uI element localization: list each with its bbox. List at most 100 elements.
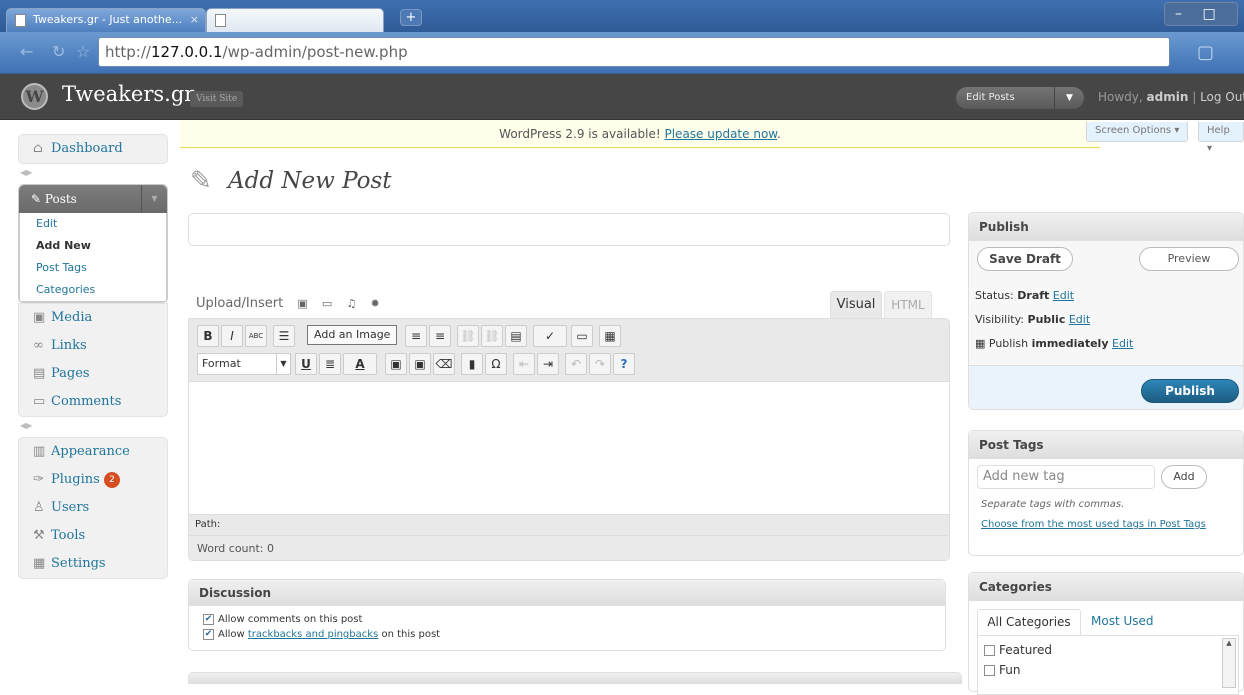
publish-button[interactable]: Publish — [1141, 379, 1239, 403]
submenu-item-post-tags[interactable]: Post Tags — [20, 257, 166, 279]
strikethrough-button[interactable]: ABC — [245, 325, 267, 347]
menu-item-appearance[interactable]: ▥ Appearance — [19, 438, 167, 466]
username-link[interactable]: admin — [1147, 90, 1189, 104]
allow-pings-checkbox[interactable]: ✔ — [203, 628, 214, 640]
visit-site-button[interactable]: Visit Site — [190, 91, 244, 107]
notice-suffix: . — [777, 127, 781, 141]
add-image-icon[interactable]: ▣ — [297, 297, 307, 310]
next-metabox-header[interactable] — [188, 672, 962, 684]
menu-item-media[interactable]: ▣ Media — [19, 304, 167, 332]
window-controls[interactable]: – □ — [1164, 2, 1238, 26]
edit-schedule-link[interactable]: Edit — [1112, 337, 1133, 350]
screen-options-button[interactable]: Screen Options ▾ — [1086, 122, 1189, 142]
tab-html[interactable]: HTML — [884, 291, 932, 319]
page-menu-icon[interactable]: ▢ — [1197, 42, 1214, 63]
menu-item-posts[interactable]: ✎ Posts ▼ — [19, 185, 167, 213]
comments-icon: ▭ — [33, 394, 46, 409]
underline-button[interactable]: U — [295, 353, 317, 375]
format-select[interactable]: Format ▼ — [197, 353, 291, 375]
align-center-button[interactable]: ≡ — [405, 325, 427, 347]
menu-separator[interactable]: ◀▶ — [18, 164, 168, 184]
paste-text-button[interactable]: ▣ — [385, 353, 407, 375]
scrollbar[interactable]: ▲ — [1222, 638, 1236, 688]
screen-options-label: Screen Options — [1095, 125, 1172, 136]
most-used-tags-link[interactable]: Choose from the most used tags in Post T… — [981, 519, 1206, 530]
category-checkbox[interactable] — [984, 645, 995, 656]
fullscreen-button[interactable]: ▭ — [571, 325, 593, 347]
add-media-icon[interactable]: ✹ — [370, 297, 379, 310]
edit-visibility-link[interactable]: Edit — [1069, 313, 1090, 326]
spellcheck-button[interactable]: ✓ — [533, 325, 567, 347]
undo-button[interactable]: ↶ — [565, 353, 587, 375]
category-checkbox[interactable] — [984, 665, 995, 676]
add-audio-icon[interactable]: ♫ — [346, 297, 356, 310]
browser-tab-blank[interactable] — [206, 8, 384, 32]
tab-close-icon[interactable]: × — [190, 13, 199, 26]
menu-item-pages[interactable]: ▤ Pages — [19, 360, 167, 388]
schedule-row: ▦ Publish immediately Edit — [975, 337, 1133, 350]
outdent-button[interactable]: ⇤ — [513, 353, 535, 375]
post-tags-title[interactable]: Post Tags — [969, 431, 1243, 459]
submenu-item-edit[interactable]: Edit — [20, 213, 166, 235]
editor-content-area[interactable] — [189, 381, 949, 515]
help-button[interactable]: ? — [613, 353, 635, 375]
favorite-actions-button[interactable]: Edit Posts ▼ — [956, 87, 1084, 109]
new-tab-button[interactable]: + — [400, 9, 422, 26]
post-title-input[interactable] — [188, 213, 950, 246]
menu-item-plugins[interactable]: ✑ Plugins 2 — [19, 466, 167, 494]
update-now-link[interactable]: Please update now — [664, 127, 777, 141]
reload-icon[interactable]: ↻ — [52, 42, 65, 61]
chevron-down-icon[interactable]: ▼ — [141, 185, 167, 213]
menu-item-dashboard[interactable]: ⌂ Dashboard — [19, 135, 167, 163]
menu-item-tools[interactable]: ⚒ Tools — [19, 522, 167, 550]
browser-tab-active[interactable]: Tweakers.gr - Just anothe... × — [6, 8, 206, 32]
insert-media-button[interactable]: ▮ — [461, 353, 483, 375]
site-title[interactable]: Tweakers.gr — [62, 82, 194, 106]
new-tag-input[interactable]: Add new tag — [977, 465, 1155, 489]
logout-link[interactable]: Log Out — [1200, 90, 1244, 104]
menu-separator[interactable]: ◀▶ — [18, 417, 168, 437]
save-draft-button[interactable]: Save Draft — [977, 247, 1073, 271]
add-tag-button[interactable]: Add — [1161, 465, 1207, 489]
help-button[interactable]: Help ▾ — [1198, 122, 1244, 154]
publish-actions: Publish — [969, 365, 1243, 409]
menu-item-links[interactable]: ∞ Links — [19, 332, 167, 360]
star-icon[interactable]: ☆ — [76, 42, 90, 61]
special-character-button[interactable]: Ω — [485, 353, 507, 375]
kitchen-sink-button[interactable]: ▦ — [599, 325, 621, 347]
text-color-button[interactable]: A — [343, 353, 377, 375]
trackbacks-link[interactable]: trackbacks and pingbacks — [248, 629, 378, 640]
discussion-title[interactable]: Discussion — [189, 580, 945, 606]
submenu-item-categories[interactable]: Categories — [20, 279, 166, 301]
edit-status-link[interactable]: Edit — [1053, 289, 1074, 302]
address-bar[interactable]: http://127.0.0.1/wp-admin/post-new.php — [98, 37, 1170, 67]
status-label: Status: — [975, 289, 1018, 302]
bullet-list-button[interactable]: ☰ — [273, 325, 295, 347]
tab-most-used[interactable]: Most Used — [1091, 609, 1154, 633]
indent-button[interactable]: ⇥ — [537, 353, 559, 375]
allow-comments-checkbox[interactable]: ✔ — [203, 613, 214, 625]
chevron-down-icon[interactable]: ▼ — [1054, 87, 1084, 109]
insert-more-button[interactable]: ▤ — [505, 325, 527, 347]
redo-button[interactable]: ↷ — [589, 353, 611, 375]
italic-button[interactable]: I — [221, 325, 243, 347]
justify-button[interactable]: ≣ — [319, 353, 341, 375]
add-video-icon[interactable]: ▭ — [322, 297, 332, 310]
menu-item-settings[interactable]: ▦ Settings — [19, 550, 167, 578]
menu-group-content: ▣ Media ∞ Links ▤ Pages ▭ Comments — [18, 303, 168, 417]
tab-visual[interactable]: Visual — [830, 291, 882, 319]
paste-word-button[interactable]: ▣ — [409, 353, 431, 375]
categories-title[interactable]: Categories — [969, 573, 1243, 601]
publish-box-title[interactable]: Publish — [969, 213, 1243, 241]
unlink-button[interactable]: ⛓ — [481, 325, 503, 347]
tab-all-categories[interactable]: All Categories — [977, 609, 1081, 635]
menu-item-users[interactable]: ♙ Users — [19, 494, 167, 522]
remove-format-button[interactable]: ⌫ — [433, 353, 455, 375]
preview-button[interactable]: Preview — [1139, 247, 1239, 271]
align-right-button[interactable]: ≡ — [429, 325, 451, 347]
bold-button[interactable]: B — [197, 325, 219, 347]
insert-link-button[interactable]: ⛓ — [457, 325, 479, 347]
back-icon[interactable]: ← — [20, 42, 33, 61]
menu-item-comments[interactable]: ▭ Comments — [19, 388, 167, 416]
submenu-item-add-new[interactable]: Add New — [20, 235, 166, 257]
